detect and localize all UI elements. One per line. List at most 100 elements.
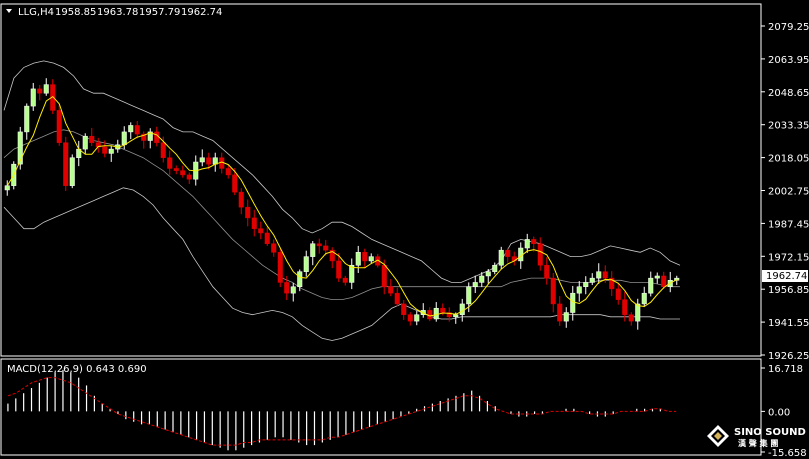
price-axis: 2079.25 2063.95 2048.65 2033.35 2018.05 2002.… xyxy=(761,22,809,362)
price-tick-label: 2079.25 xyxy=(768,22,809,33)
ohlc-close: 1962.74 xyxy=(181,7,222,18)
price-tick-label: 2002.75 xyxy=(768,187,809,198)
candle-body xyxy=(433,307,439,320)
symbol-label: LLG,H4 xyxy=(18,7,54,18)
candle-body xyxy=(440,307,446,313)
candle-body xyxy=(186,174,192,180)
candle-body xyxy=(82,135,88,150)
candle-body xyxy=(576,286,582,294)
bollinger-bands xyxy=(3,60,681,341)
candle-body xyxy=(563,312,569,322)
candle-body xyxy=(160,142,166,158)
band-line xyxy=(3,187,680,341)
candle-body xyxy=(635,303,641,322)
candle-body xyxy=(30,88,36,107)
candle-body xyxy=(394,292,400,305)
candle-body xyxy=(290,286,296,294)
candle-body xyxy=(622,299,628,315)
candle-body xyxy=(466,286,472,305)
price-tick-label: 1941.55 xyxy=(768,318,809,329)
candle-body xyxy=(336,260,342,279)
price-tick-label: 2018.05 xyxy=(768,154,809,165)
candle-body xyxy=(199,157,205,163)
candle-body xyxy=(108,148,114,154)
price-tick-label: 1972.15 xyxy=(768,252,809,263)
candle-body xyxy=(459,303,465,315)
price-tick-label: 1987.45 xyxy=(768,219,809,230)
candle-body xyxy=(251,217,257,229)
candle-body xyxy=(69,157,75,186)
candle-body xyxy=(297,271,303,287)
band-line xyxy=(3,129,680,301)
candle-body xyxy=(648,277,654,294)
price-tick-label: 1926.25 xyxy=(768,351,809,362)
price-tick-label: 2048.65 xyxy=(768,88,809,99)
candle-body xyxy=(225,168,231,176)
ohlc-high: 1963.78 xyxy=(97,7,138,18)
candle-body xyxy=(498,249,504,266)
candle-body xyxy=(557,303,563,322)
candle-body xyxy=(180,170,186,176)
candle-body xyxy=(264,232,270,244)
price-tick-label: 2063.95 xyxy=(768,55,809,66)
candle-body xyxy=(232,174,238,193)
band-line xyxy=(3,60,681,283)
candle-body xyxy=(316,243,322,247)
candle-body xyxy=(284,282,290,294)
candle-body xyxy=(362,252,368,262)
candle-body xyxy=(550,277,556,305)
chart-canvas: LLG,H4 1958.85 1963.78 1957.79 1962.74 2… xyxy=(0,3,809,459)
candle-body xyxy=(121,131,127,146)
candle-body xyxy=(427,310,433,320)
candle-body xyxy=(43,84,49,94)
dropdown-triangle-icon[interactable] xyxy=(6,9,12,13)
candle-body xyxy=(453,314,459,318)
candle-body xyxy=(102,146,108,154)
candle-body xyxy=(628,314,634,322)
candle-body xyxy=(381,264,387,287)
candle-body xyxy=(479,275,485,283)
candle-body xyxy=(654,275,660,279)
price-panel-border xyxy=(0,3,762,357)
candlesticks xyxy=(4,78,680,330)
candle-body xyxy=(589,277,595,283)
moving-average xyxy=(6,95,678,317)
candle-body xyxy=(310,243,316,257)
logo-emblem-icon xyxy=(707,425,729,447)
candle-body xyxy=(485,271,491,277)
ohlc-low: 1957.79 xyxy=(139,7,180,18)
sino-sound-logo: SINO SOUND 漢 聲 集 團 xyxy=(707,425,806,448)
candle-body xyxy=(258,228,264,234)
current-price-label: 1962.74 xyxy=(766,271,807,282)
candle-body xyxy=(641,292,647,305)
candle-body xyxy=(303,256,309,272)
macd-histogram xyxy=(7,369,661,451)
candle-body xyxy=(277,252,283,283)
candle-body xyxy=(24,105,30,133)
candle-body xyxy=(238,191,244,208)
candle-body xyxy=(537,243,543,266)
price-tick-label: 1956.85 xyxy=(768,285,809,296)
candle-body xyxy=(56,110,62,143)
macd-title: MACD(12,26,9) 0.643 0.690 xyxy=(7,364,147,375)
candle-body xyxy=(472,282,478,287)
candle-body xyxy=(167,157,173,169)
logo-name: SINO SOUND xyxy=(734,427,806,438)
candle-body xyxy=(17,131,23,165)
candle-body xyxy=(531,239,537,244)
ohlc-open: 1958.85 xyxy=(55,7,96,18)
macd-tick-label: 16.718 xyxy=(768,364,803,375)
candle-body xyxy=(154,131,160,143)
candle-body xyxy=(596,271,602,279)
candle-body xyxy=(544,264,550,279)
candle-body xyxy=(602,271,608,279)
candle-body xyxy=(63,142,69,186)
candle-body xyxy=(570,292,576,313)
candle-body xyxy=(128,125,134,133)
candle-body xyxy=(505,249,511,257)
candle-body xyxy=(388,286,394,294)
candle-body xyxy=(89,135,95,143)
candle-body xyxy=(4,185,10,191)
candle-body xyxy=(355,252,361,266)
candle-body xyxy=(661,275,667,287)
